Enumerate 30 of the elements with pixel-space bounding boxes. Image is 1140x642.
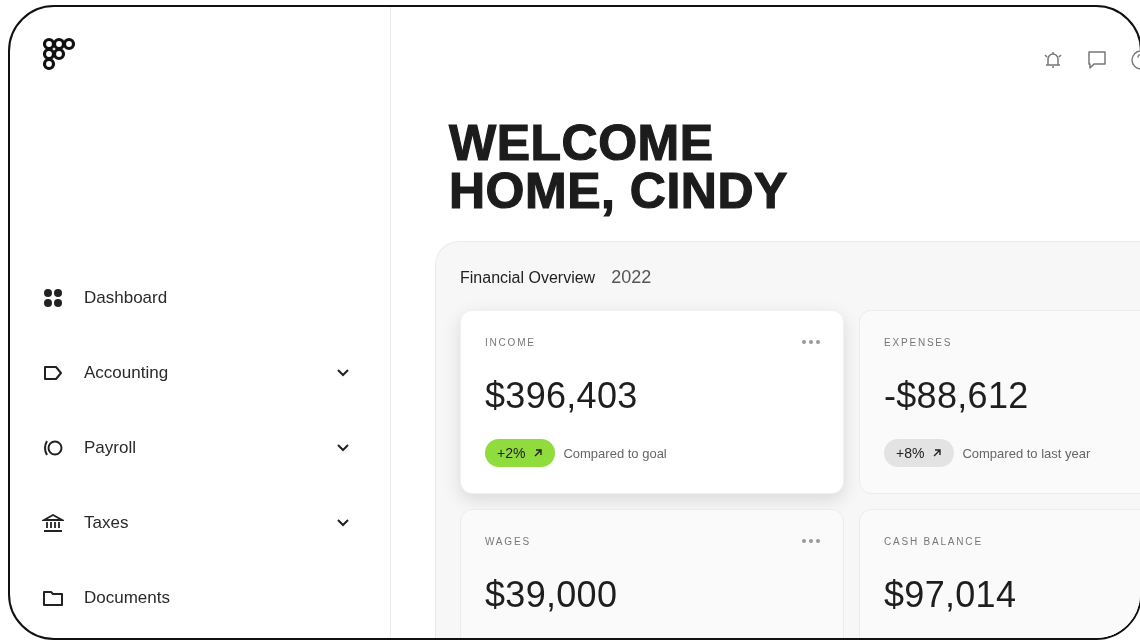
amount-value: -$88,612	[884, 375, 1030, 417]
nav-item[interactable]: Documents	[42, 587, 350, 609]
notification-icon[interactable]	[1042, 49, 1064, 71]
stat-card[interactable]: EXPENSES -$88,612 +8% Compared to last year	[859, 310, 1140, 494]
card-label: INCOME	[485, 336, 536, 348]
chat-icon[interactable]	[1086, 49, 1108, 71]
change-badge: +2%	[485, 439, 556, 467]
change-badge: +8%	[884, 439, 955, 467]
more-icon[interactable]	[801, 538, 821, 544]
card-label: WAGES	[485, 535, 531, 547]
nav-item[interactable]: Taxes	[42, 512, 350, 534]
comparison-text: Compared to goal	[563, 445, 667, 461]
card-label: EXPENSES	[884, 336, 953, 348]
nav-item[interactable]: Accounting	[42, 362, 350, 384]
bank-icon	[42, 512, 64, 534]
dashboard-icon	[42, 287, 64, 309]
nav-item[interactable]: Payroll	[42, 437, 350, 459]
amount-value: $97,014	[884, 574, 1018, 616]
panel-title: Financial Overview	[460, 269, 596, 287]
amount-value: $39,000	[485, 574, 619, 616]
welcome-heading: WELCOME HOME, CINDY	[449, 119, 789, 215]
stat-card[interactable]: WAGES $39,000	[460, 509, 844, 638]
stat-card[interactable]: INCOME $396,403 +2% Compared to goal	[460, 310, 844, 494]
amount-value: $396,403	[485, 375, 639, 417]
card-label: CASH BALANCE	[884, 535, 983, 547]
more-icon[interactable]	[801, 339, 821, 345]
stat-card[interactable]: CASH BALANCE $97,014	[859, 509, 1140, 638]
year-label: 2022	[611, 267, 652, 288]
comparison-text: Compared to last year	[962, 445, 1091, 461]
nav-item[interactable]: Dashboard	[42, 287, 350, 309]
